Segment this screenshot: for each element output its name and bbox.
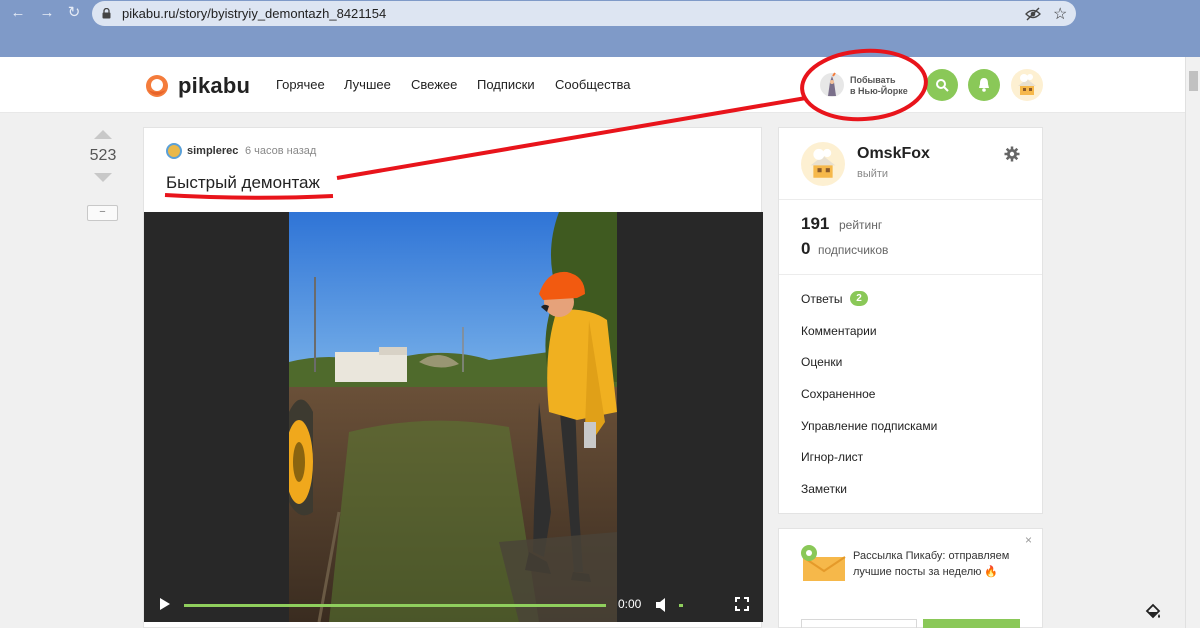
volume-slider[interactable] — [679, 604, 683, 607]
promo-text: Побывать в Нью-Йорке — [850, 75, 908, 97]
upvote-button[interactable] — [94, 130, 112, 139]
video-frame — [289, 212, 617, 622]
nav-hot[interactable]: Горячее — [276, 77, 325, 92]
menu-comments[interactable]: Комментарии — [801, 324, 877, 338]
reload-icon[interactable]: ↻ — [65, 4, 83, 22]
scroll-thumb[interactable] — [1189, 71, 1198, 91]
rating-label: рейтинг — [839, 218, 883, 232]
gear-icon[interactable] — [1004, 146, 1020, 162]
browser-toolbar: ← → ↻ pikabu.ru/story/byistryiy_demontaz… — [0, 0, 1200, 57]
profile-name[interactable]: OmskFox — [857, 145, 930, 163]
promo-line-2: в Нью-Йорке — [850, 86, 908, 96]
menu-notes[interactable]: Заметки — [801, 482, 847, 496]
video-player[interactable]: 0:00 — [144, 212, 763, 622]
subscribers-value: 0 — [801, 239, 811, 258]
url-text: pikabu.ru/story/byistryiy_demontazh_8421… — [122, 6, 387, 21]
notifications-button[interactable] — [968, 69, 1000, 101]
nav-best[interactable]: Лучшее — [344, 77, 391, 92]
lock-icon — [102, 8, 111, 19]
newsletter-email-input[interactable] — [801, 619, 917, 628]
fullscreen-icon[interactable] — [735, 597, 749, 611]
video-time: 0:00 — [618, 597, 642, 611]
envelope-icon — [801, 545, 846, 581]
menu-saved[interactable]: Сохраненное — [801, 387, 875, 401]
profile-avatar[interactable] — [801, 142, 845, 186]
logout-link[interactable]: выйти — [857, 168, 888, 180]
divider — [779, 199, 1042, 200]
promo-new-york[interactable]: Побывать в Нью-Йорке — [816, 67, 916, 103]
paint-bucket-icon[interactable] — [1145, 603, 1161, 619]
nav-subscriptions[interactable]: Подписки — [477, 77, 535, 92]
post-time: 6 часов назад — [245, 145, 317, 157]
menu-ratings[interactable]: Оценки — [801, 355, 842, 369]
pikabu-logo-icon — [146, 75, 168, 97]
story-card: simplerec 6 часов назад Быстрый демонтаж — [143, 127, 763, 628]
site-header: pikabu Горячее Лучшее Свежее Подписки Со… — [0, 57, 1185, 113]
promo-line-1: Побывать — [850, 75, 896, 85]
eye-slash-icon[interactable] — [1025, 7, 1041, 21]
nav-communities[interactable]: Сообщества — [555, 77, 631, 92]
play-icon[interactable] — [160, 598, 170, 610]
newsletter-card: Рассылка Пикабу: отправляем лучшие посты… — [778, 528, 1043, 628]
subscribers-label: подписчиков — [818, 243, 889, 257]
forward-icon[interactable]: → — [38, 4, 56, 22]
divider — [779, 274, 1042, 275]
video-controls: 0:00 — [144, 588, 763, 622]
avatar-image — [810, 148, 836, 178]
author-name[interactable]: simplerec — [187, 145, 238, 157]
menu-ignore-list[interactable]: Игнор-лист — [801, 450, 863, 464]
star-icon[interactable]: ☆ — [1053, 4, 1067, 24]
newsletter-text: Рассылка Пикабу: отправляем лучшие посты… — [853, 550, 1010, 578]
story-title[interactable]: Быстрый демонтаж — [166, 173, 320, 193]
nav-fresh[interactable]: Свежее — [411, 77, 457, 92]
bell-icon — [979, 78, 989, 92]
user-avatar[interactable] — [1011, 69, 1043, 101]
collapse-button[interactable]: − — [87, 205, 118, 221]
statue-of-liberty-icon — [820, 72, 844, 97]
newsletter-subscribe-button[interactable] — [923, 619, 1020, 628]
profile-card: OmskFox выйти 191 рейтинг 0 подписчиков … — [778, 127, 1043, 514]
volume-icon[interactable] — [656, 598, 668, 612]
rating-value: 191 — [801, 214, 830, 233]
author-avatar[interactable] — [166, 143, 182, 159]
search-icon — [936, 79, 949, 92]
menu-manage-subscriptions[interactable]: Управление подписками — [801, 419, 937, 433]
menu-answers[interactable]: Ответы — [801, 292, 842, 306]
downvote-button[interactable] — [94, 173, 112, 182]
search-button[interactable] — [926, 69, 958, 101]
close-icon[interactable]: × — [1025, 533, 1032, 547]
page-scrollbar[interactable] — [1185, 57, 1200, 628]
story-rating: 523 — [89, 147, 117, 164]
answers-badge: 2 — [850, 291, 868, 306]
address-bar[interactable]: pikabu.ru/story/byistryiy_demontazh_8421… — [92, 1, 1076, 26]
progress-bar[interactable] — [184, 604, 606, 607]
back-icon[interactable]: ← — [9, 4, 27, 22]
avatar-image — [1018, 74, 1036, 95]
logo-text: pikabu — [178, 73, 251, 98]
